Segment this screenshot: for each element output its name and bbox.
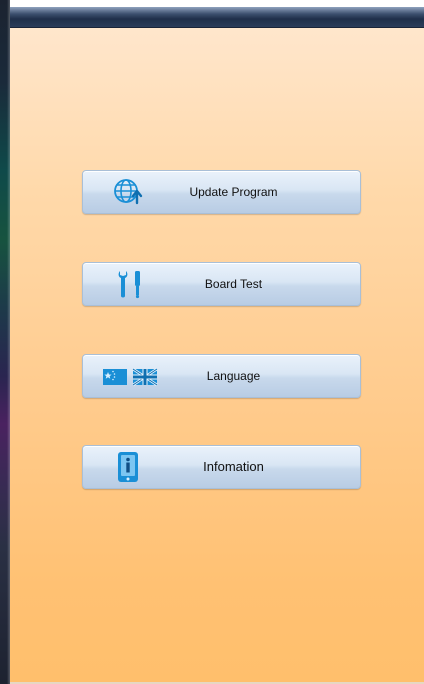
information-label: Infomation <box>203 459 264 474</box>
update-program-label: Update Program <box>189 185 278 199</box>
device-screen: Update Program Board Test Language Infom… <box>0 0 424 684</box>
board-test-button[interactable]: Board Test <box>82 262 361 306</box>
top-strip <box>10 0 424 7</box>
title-bar <box>10 7 424 28</box>
information-button[interactable]: Infomation <box>82 445 361 489</box>
board-test-label: Board Test <box>204 277 263 291</box>
language-button[interactable]: Language <box>82 354 361 398</box>
update-program-button[interactable]: Update Program <box>82 170 361 214</box>
left-edge <box>0 0 10 684</box>
language-label: Language <box>206 369 261 383</box>
